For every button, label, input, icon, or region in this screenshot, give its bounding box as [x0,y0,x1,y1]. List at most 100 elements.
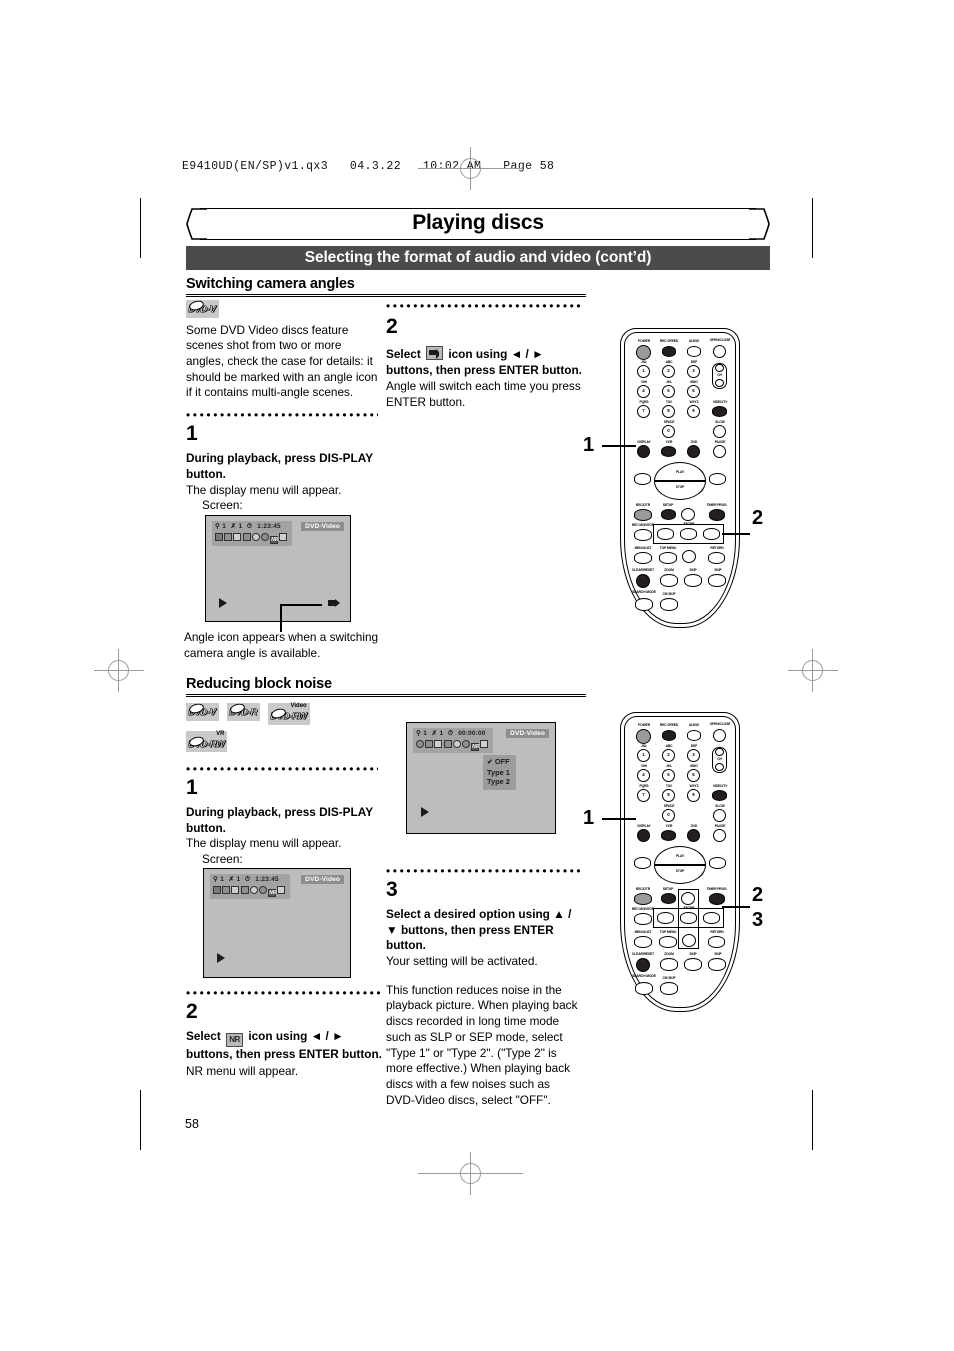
step1-body: The display menu will appear. [186,482,342,497]
pause-button[interactable] [713,829,726,842]
callout-2-bottom: 2 [752,884,764,906]
dvd-button[interactable] [687,445,700,458]
cursor-up-button[interactable] [681,508,695,521]
rec-otr-button[interactable] [634,893,652,905]
skip-forward-button[interactable] [708,574,726,587]
osd-icon-ab-repeat [260,533,269,541]
step1-instruction: During playback, press DIS-PLAY button. [186,451,373,481]
power-button[interactable] [636,345,651,360]
rec-speed-button[interactable] [662,730,676,741]
disc-badge-dvd-rw-video: Video DVD-RW [268,703,310,725]
label-clear-reset: CLEAR/RESET [631,568,655,572]
osd-status-bar: ⚲ 1 ✗ 1 ⏱ 00:00:00 NR [413,728,493,753]
pause-button[interactable] [713,445,726,458]
search-mode-button[interactable] [635,982,653,995]
step-separator: ••••••••••••••••••••••••••••• [186,990,382,999]
nr-option-menu[interactable]: OFF Type 1 Type 2 [483,755,516,790]
label-stop: STOP [675,485,685,489]
label-skip-forward: SKIP [714,568,722,572]
step-separator: ••••••••••••••••••••••••••••• [386,303,582,312]
nr-step1-body: The display menu will appear. [186,836,342,851]
display-button[interactable] [637,829,650,842]
zoom-button[interactable] [660,958,678,971]
angle-caption-text: Angle icon appears when a switching came… [184,630,379,660]
rec-otr-button[interactable] [634,509,652,521]
video-tv-button[interactable] [712,790,727,801]
channel-down-button[interactable] [715,379,724,387]
nr-icon: NR [226,1033,244,1047]
column-nr-right: ••••••••••••••••••••••••••••• 3 Select a… [386,868,582,1108]
channel-up-button[interactable] [715,364,724,372]
cm-skip-button[interactable] [660,982,678,995]
vcr-button[interactable] [661,830,676,841]
rec-speed-button[interactable] [662,346,676,357]
channel-up-button[interactable] [715,748,724,756]
label-skip-back: SKIP [689,952,697,956]
top-menu-button[interactable] [659,552,677,564]
nr-step3-instruction: Select a desired option using ▲ / ▼ butt… [386,907,572,953]
video-tv-button[interactable] [712,406,727,417]
fast-forward-button[interactable] [709,473,726,485]
column-nr-left-bottom: ••••••••••••••••••••••••••••• 2 Select N… [186,990,382,1079]
label-zoom: ZOOM [664,568,674,572]
zoom-button[interactable] [660,574,678,587]
label-cm-skip: CM SKIP [662,976,676,980]
osd-icon-subtitle [231,886,240,894]
slow-button[interactable] [713,425,726,438]
osd-icon-title [215,533,223,541]
osd-icon-subtitle [434,740,443,748]
label-cm-skip: CM SKIP [662,592,676,596]
camera-angle-icon [328,598,340,608]
rewind-button[interactable] [634,473,651,485]
osd-play-indicator [421,807,429,817]
osd-status-bar: ⚲ 1 ✗ 1 ⏱ 1:23:45 NR [210,874,290,899]
open-close-button[interactable] [713,345,726,358]
print-slug: E9410UD(EN/SP)v1.qx3 04.3.22 10:02 AM Pa… [182,160,555,173]
nr-step1-screen-label: Screen: [202,852,243,867]
skip-forward-button[interactable] [708,958,726,971]
audio-button[interactable] [687,346,701,357]
clear-reset-button[interactable] [636,574,650,588]
registration-mark-left [94,649,144,692]
top-menu-button[interactable] [659,936,677,948]
nr-step3-body: Your setting will be activated. [386,954,538,969]
channel-down-button[interactable] [715,763,724,771]
label-rec-otr: REC/OTR [635,887,651,891]
open-close-button[interactable] [713,729,726,742]
cm-skip-button[interactable] [660,598,678,611]
leader-line-vertical [280,604,282,632]
menu-list-button[interactable] [634,936,652,948]
timer-prog-button[interactable] [709,893,725,905]
cursor-down-button[interactable] [682,550,696,563]
osd-icon-nr[interactable]: NR [471,743,479,751]
skip-back-button[interactable] [684,958,702,971]
rewind-button[interactable] [634,857,651,869]
label-timer-prog: TIMER PROG. [706,887,728,891]
dvd-button[interactable] [687,829,700,842]
step2-body: Angle will switch each time you press EN… [386,379,581,410]
clear-reset-button[interactable] [636,958,650,972]
timer-prog-button[interactable] [709,509,725,521]
nr-option-off[interactable]: OFF [487,757,510,768]
fast-forward-button[interactable] [709,857,726,869]
slow-button[interactable] [713,809,726,822]
disc-badge-dvd-v: DVD-V [186,702,219,721]
nr-option-type1[interactable]: Type 1 [487,768,510,778]
power-button[interactable] [636,729,651,744]
return-button[interactable] [708,552,725,564]
rec-monitor-button[interactable] [634,913,652,925]
menu-list-button[interactable] [634,552,652,564]
skip-back-button[interactable] [684,574,702,587]
label-skip-forward: SKIP [714,952,722,956]
nr-option-type2[interactable]: Type 2 [487,777,510,787]
vcr-button[interactable] [661,446,676,457]
search-mode-button[interactable] [635,598,653,611]
setup-button[interactable] [661,509,676,520]
disc-badge-dvd-rw-vr: VR DVD-RW [186,730,228,753]
audio-button[interactable] [687,730,701,741]
label-video-tv: VIDEO/TV [712,784,728,788]
rec-monitor-button[interactable] [634,529,652,541]
setup-button[interactable] [661,893,676,904]
return-button[interactable] [708,936,725,948]
display-button[interactable] [637,445,650,458]
